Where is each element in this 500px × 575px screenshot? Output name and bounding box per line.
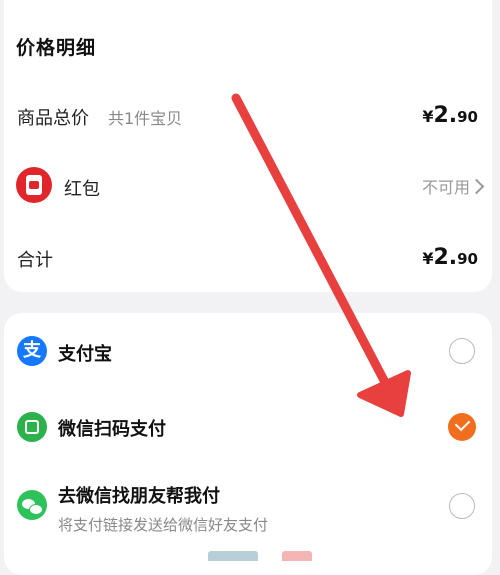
annotation-arrow [231, 93, 411, 417]
annotation-arrow-shaft [231, 93, 393, 393]
